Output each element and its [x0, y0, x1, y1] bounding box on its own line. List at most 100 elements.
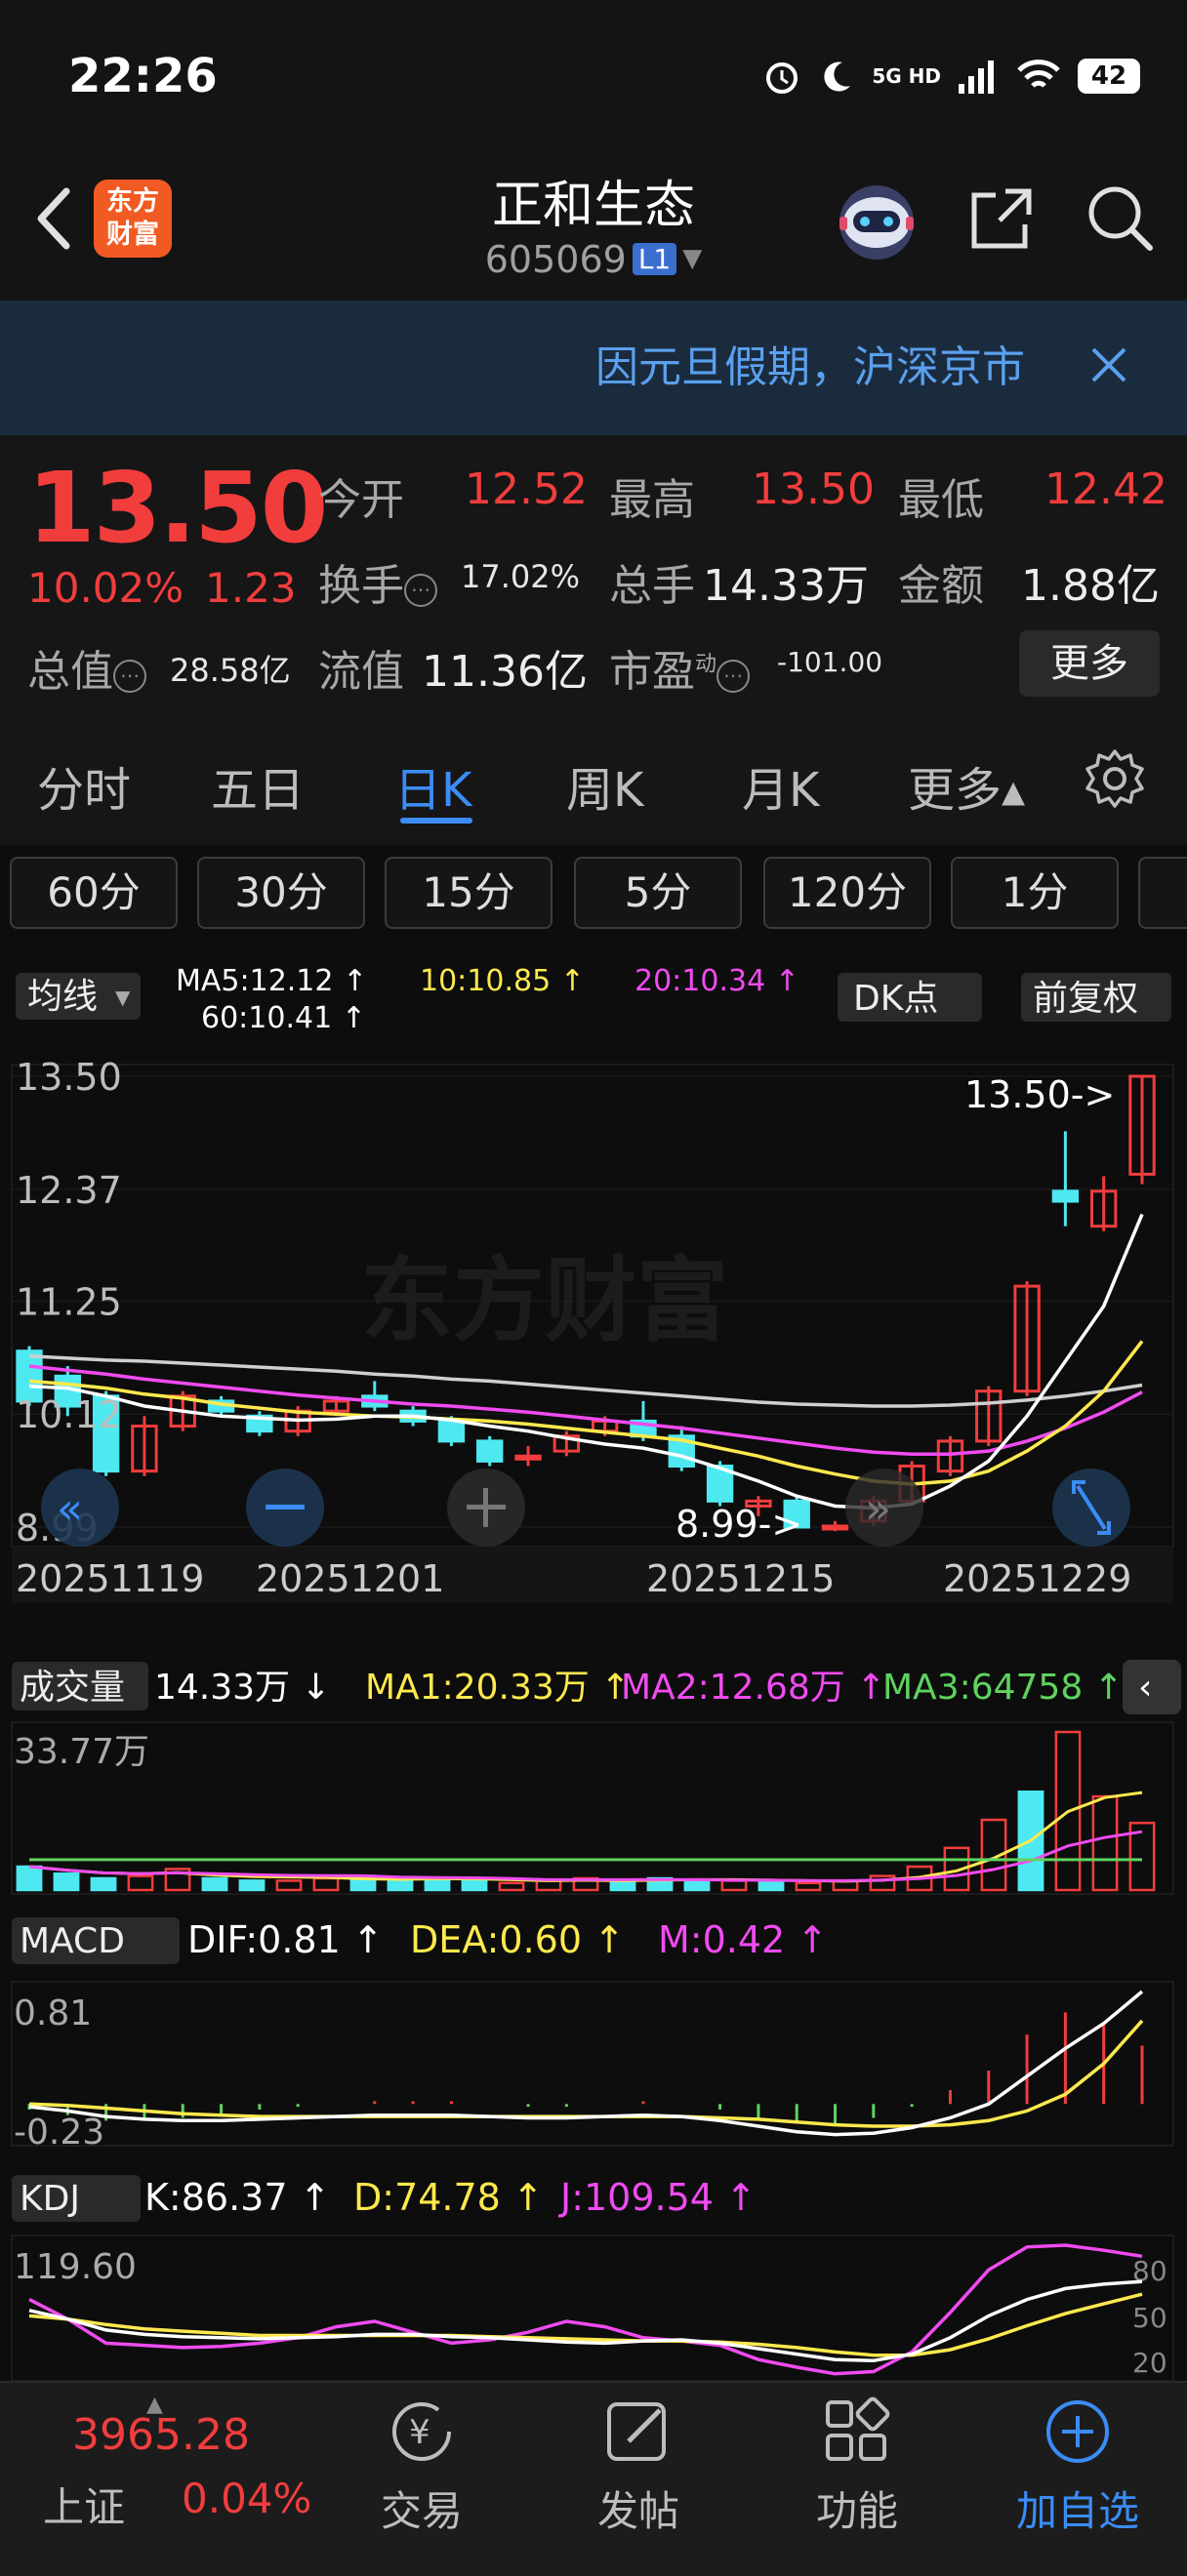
fullscreen-button[interactable] [1052, 1469, 1130, 1547]
trade-icon[interactable]: ¥ [383, 2393, 461, 2471]
tab-intraday[interactable]: 分时 [37, 751, 131, 820]
nav-post[interactable]: 发帖 [560, 2478, 716, 2538]
scroll-right-button[interactable]: » [845, 1469, 923, 1547]
scroll-left-button[interactable]: « [41, 1469, 119, 1547]
tab-five-day[interactable]: 五日 [211, 751, 305, 820]
current-price: 13.50 [27, 451, 328, 565]
post-icon[interactable] [599, 2393, 677, 2471]
candle-up [821, 1524, 849, 1531]
index-name[interactable]: 上证 [43, 2475, 125, 2534]
pe-label[interactable]: 市盈动 ⋯ [609, 636, 751, 699]
date-label: 20251229 [943, 1557, 1131, 1600]
float-cap-value: 11.36亿 [422, 647, 588, 697]
high-marker: 13.50-> [964, 1073, 1115, 1116]
tab-monthly-k[interactable]: 月K [742, 751, 819, 820]
macd-m: M:0.42 ↑ [658, 1918, 828, 1961]
high-label: 最高 [609, 475, 695, 525]
ma20-value: 20:10.34 ↑ [634, 964, 799, 998]
candle-up [514, 1454, 542, 1461]
macd-y-bottom: -0.23 [14, 2113, 104, 2153]
period-15min[interactable]: 15分 [385, 857, 553, 929]
kdj-j: J:109.54 ↑ [558, 2176, 757, 2219]
chevron-up-icon: ▲ [146, 2393, 163, 2417]
volume-ma3: MA3:64758 ↑ [882, 1668, 1124, 1708]
ma-label: 均线 [27, 977, 98, 1017]
tab-weekly-k[interactable]: 周K [566, 751, 643, 820]
add-watchlist-icon[interactable] [1039, 2393, 1117, 2471]
stock-chart[interactable]: 均线 ▼ MA5:12.12 ↑ 10:10.85 ↑ 20:10.34 ↑ 6… [0, 961, 1187, 2381]
date-label: 20251215 [646, 1557, 835, 1600]
signal-icon [959, 60, 994, 94]
info-icon: ⋯ [404, 574, 437, 607]
date-label: 20251201 [256, 1557, 444, 1600]
ma60-value: 60:10.41 ↑ [201, 1001, 366, 1035]
pe-value: -101.00 [777, 646, 883, 678]
nav-function[interactable]: 功能 [779, 2478, 935, 2538]
status-icons: 5G HD 42 [762, 57, 1140, 96]
market-cap-label[interactable]: 总值 ⋯ [27, 636, 146, 699]
period-more-chip[interactable] [1138, 857, 1187, 929]
zoom-out-button[interactable] [246, 1469, 324, 1547]
low-marker: 8.99-> [675, 1503, 802, 1546]
macd-y-top: 0.81 [14, 1993, 92, 2033]
amount-label: 金额 [898, 561, 984, 611]
macd-label: MACD [20, 1921, 125, 1961]
change-percent: 10.02% [27, 564, 184, 612]
zoom-in-button[interactable] [447, 1469, 525, 1547]
volume-bar-down [201, 1876, 228, 1892]
moon-icon [824, 61, 851, 92]
svg-text:¥: ¥ [409, 2413, 430, 2452]
ai-assistant-icon[interactable] [832, 176, 921, 265]
ma10-value: 10:10.85 ↑ [420, 964, 585, 998]
nav-trade[interactable]: 交易 [344, 2478, 500, 2538]
volume-bar-down [461, 1879, 488, 1892]
volume-ma2: MA2:12.68万 ↑ [621, 1668, 885, 1708]
period-1min[interactable]: 1分 [951, 857, 1119, 929]
period-120min[interactable]: 120分 [763, 857, 931, 929]
candle-down [476, 1439, 504, 1463]
turnover-label[interactable]: 换手 ⋯ [318, 550, 437, 613]
candle-down [1051, 1189, 1080, 1203]
tab-daily-k[interactable]: 日K [394, 751, 471, 820]
price-axis-label: 12.37 [16, 1169, 122, 1212]
period-5min[interactable]: 5分 [574, 857, 742, 929]
volume-label: 总手 [609, 561, 695, 611]
kdj-label: KDJ [20, 2179, 80, 2219]
volume-bar-down [90, 1876, 117, 1892]
stock-code: 605069 [484, 238, 627, 281]
amount-value: 1.88亿 [1021, 561, 1160, 611]
alarm-icon [766, 62, 798, 94]
period-30min[interactable]: 30分 [197, 857, 365, 929]
close-icon[interactable] [1080, 336, 1138, 394]
high-value: 13.50 [752, 464, 875, 514]
volume-y-max: 33.77万 [14, 1732, 149, 1772]
index-percent[interactable]: 0.04% [182, 2475, 311, 2522]
chevron-down-icon: ▼ [115, 986, 131, 1009]
more-quote-button[interactable]: 更多 [1019, 630, 1160, 697]
volume-bar-down [387, 1879, 414, 1892]
double-chevron-right-icon: » [865, 1484, 891, 1534]
wifi-icon [1017, 60, 1060, 88]
index-value[interactable]: 3965.28 [72, 2410, 250, 2460]
volume-value: 14.33万 ↓ [154, 1668, 331, 1708]
price-axis-label: 13.50 [16, 1056, 122, 1099]
tab-more[interactable]: 更多▴ [908, 751, 1025, 820]
price-axis-label: 10.12 [16, 1393, 122, 1436]
chevron-left-icon: ‹ [1138, 1668, 1152, 1708]
volume-bar-down [53, 1872, 80, 1892]
kdj-level-20: 20 [1132, 2347, 1167, 2379]
gear-icon[interactable] [1084, 747, 1146, 810]
volume-bar-down [757, 1879, 785, 1892]
chevron-down-icon: ▼ [682, 244, 703, 273]
nav-add-watchlist[interactable]: 加自选 [1000, 2478, 1156, 2538]
period-60min[interactable]: 60分 [10, 857, 178, 929]
function-icon[interactable] [818, 2393, 896, 2471]
info-icon: ⋯ [716, 660, 751, 693]
price-axis-label: 11.25 [16, 1280, 122, 1323]
search-icon[interactable] [1084, 181, 1156, 254]
volume-bar-down [683, 1879, 711, 1892]
kdj-d: D:74.78 ↑ [353, 2176, 544, 2219]
share-icon[interactable] [966, 183, 1037, 254]
volume-value: 14.33万 [703, 561, 869, 611]
macd-dif: DIF:0.81 ↑ [187, 1918, 384, 1961]
